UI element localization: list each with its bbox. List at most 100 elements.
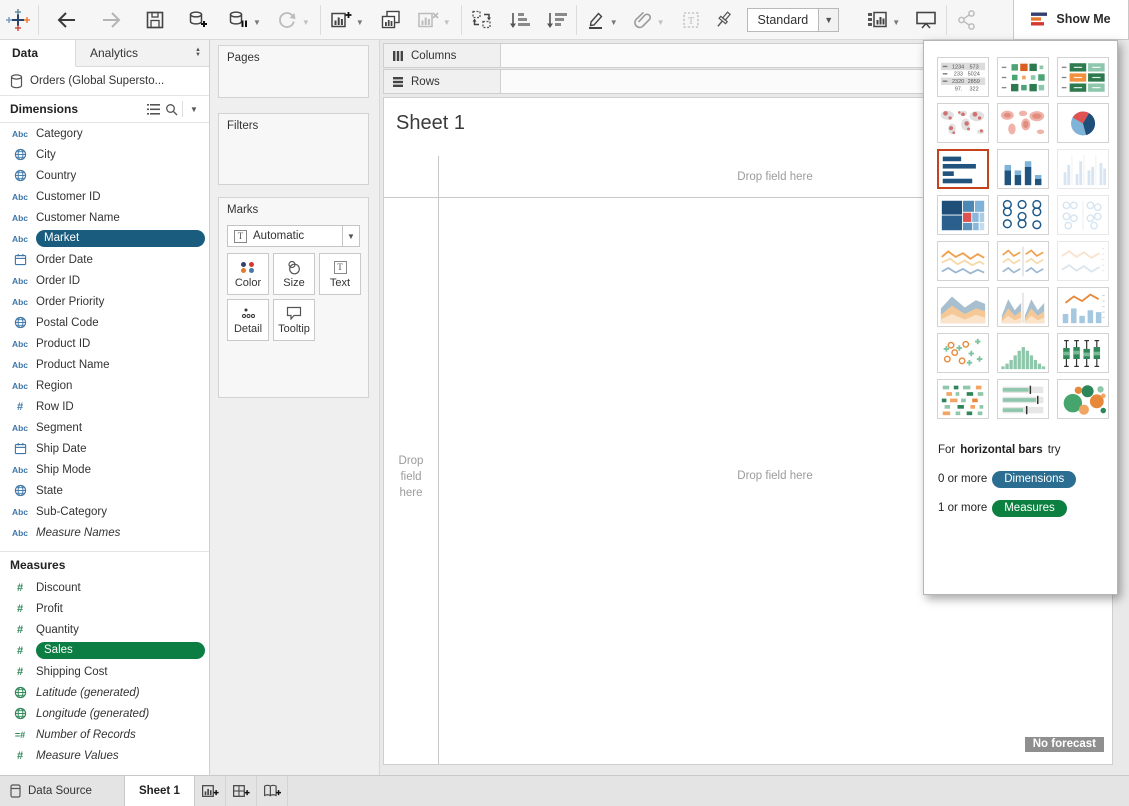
showme-highlight-table[interactable] (1057, 57, 1109, 97)
pages-card[interactable]: Pages (218, 45, 369, 98)
tooltip-button[interactable]: Tooltip (273, 299, 315, 341)
presentation-mode-button[interactable] (912, 5, 940, 35)
showme-pie-chart[interactable] (1057, 103, 1109, 143)
field-sales[interactable]: #Sales (0, 640, 209, 661)
field-profit[interactable]: #Profit (0, 598, 209, 619)
showme-scatter-plot[interactable] (937, 333, 989, 373)
new-worksheet-caret[interactable]: ▼ (356, 18, 364, 27)
field-country[interactable]: Country (0, 165, 209, 186)
add-datasource-button[interactable] (184, 5, 212, 35)
clear-sheet-caret[interactable]: ▼ (443, 18, 451, 27)
view-as-grid-icon[interactable] (144, 104, 162, 115)
new-worksheet-button[interactable] (327, 5, 355, 35)
mark-type-select[interactable]: T Automatic ▼ (227, 225, 360, 247)
fit-select-caret[interactable]: ▼ (818, 9, 838, 31)
pause-updates-button[interactable] (224, 5, 252, 35)
size-button[interactable]: Size (273, 253, 315, 295)
group-members-button[interactable] (630, 5, 656, 35)
new-dashboard-button[interactable] (226, 776, 257, 806)
pane-updown-icon[interactable]: ▲▼ (195, 48, 201, 58)
tab-data[interactable]: Data (0, 40, 76, 67)
redo-button[interactable] (97, 5, 125, 35)
new-worksheet-tab-button[interactable] (195, 776, 226, 806)
clear-sheet-button[interactable] (414, 5, 442, 35)
group-members-caret[interactable]: ▼ (657, 18, 665, 27)
field-measure-values[interactable]: #Measure Values (0, 745, 209, 766)
showme-stacked-bars[interactable] (997, 149, 1049, 189)
showme-lines-continuous[interactable] (937, 241, 989, 281)
field-shipping-cost[interactable]: #Shipping Cost (0, 661, 209, 682)
showme-treemap[interactable] (937, 195, 989, 235)
field-measure-names[interactable]: AbcMeasure Names (0, 522, 209, 543)
field-ship-date[interactable]: Ship Date (0, 438, 209, 459)
field-product-name[interactable]: AbcProduct Name (0, 354, 209, 375)
find-field-icon[interactable] (162, 103, 180, 116)
showme-horizontal-bars[interactable] (937, 149, 989, 189)
showme-filled-map[interactable] (997, 103, 1049, 143)
data-source-item[interactable]: Orders (Global Supersto... (0, 67, 209, 95)
showme-packed-bubbles[interactable] (1057, 379, 1109, 419)
field-city[interactable]: City (0, 144, 209, 165)
save-button[interactable] (142, 5, 168, 35)
detail-button[interactable]: Detail (227, 299, 269, 341)
field-segment[interactable]: AbcSegment (0, 417, 209, 438)
tab-analytics[interactable]: Analytics ▲▼ (76, 40, 209, 66)
showme-histogram[interactable] (997, 333, 1049, 373)
field-discount[interactable]: #Discount (0, 577, 209, 598)
color-button[interactable]: Color (227, 253, 269, 295)
field-region[interactable]: AbcRegion (0, 375, 209, 396)
show-hide-cards-button[interactable] (863, 5, 891, 35)
showme-symbol-map[interactable] (937, 103, 989, 143)
showme-side-by-side-bars[interactable] (1057, 149, 1109, 189)
text-label-button[interactable]: T (678, 5, 704, 35)
field-latitude-generated[interactable]: Latitude (generated) (0, 682, 209, 703)
share-button[interactable] (953, 5, 981, 35)
showme-lines-discrete[interactable] (997, 241, 1049, 281)
sort-descending-button[interactable] (542, 5, 570, 35)
fit-select[interactable]: Standard ▼ (747, 8, 840, 32)
showme-area-continuous[interactable] (937, 287, 989, 327)
field-number-of-records[interactable]: =#Number of Records (0, 724, 209, 745)
showme-text-table[interactable]: 123457323350242320285997.322 (937, 57, 989, 97)
text-button[interactable]: T Text (319, 253, 361, 295)
drop-zone-rows[interactable]: Drop field here (384, 453, 438, 501)
field-state[interactable]: State (0, 480, 209, 501)
data-source-tab[interactable]: Data Source (0, 776, 124, 806)
field-order-id[interactable]: AbcOrder ID (0, 270, 209, 291)
mark-type-caret[interactable]: ▼ (342, 226, 359, 246)
highlight-caret[interactable]: ▼ (610, 18, 618, 27)
sort-ascending-button[interactable] (505, 5, 533, 35)
pin-button[interactable] (711, 5, 737, 35)
show-hide-cards-caret[interactable]: ▼ (892, 18, 900, 27)
field-quantity[interactable]: #Quantity (0, 619, 209, 640)
field-order-priority[interactable]: AbcOrder Priority (0, 291, 209, 312)
highlight-button[interactable] (583, 5, 609, 35)
filters-card[interactable]: Filters (218, 113, 369, 185)
new-story-button[interactable] (257, 776, 288, 806)
field-category[interactable]: AbcCategory (0, 123, 209, 144)
showme-circle-views[interactable] (997, 195, 1049, 235)
showme-dual-lines[interactable] (1057, 241, 1109, 281)
field-order-date[interactable]: Order Date (0, 249, 209, 270)
field-customer-id[interactable]: AbcCustomer ID (0, 186, 209, 207)
field-customer-name[interactable]: AbcCustomer Name (0, 207, 209, 228)
show-me-button[interactable]: Show Me (1013, 0, 1129, 40)
refresh-button[interactable] (273, 5, 301, 35)
showme-area-discrete[interactable] (997, 287, 1049, 327)
showme-gantt[interactable] (937, 379, 989, 419)
field-postal-code[interactable]: Postal Code (0, 312, 209, 333)
dimensions-menu-caret[interactable]: ▼ (185, 105, 203, 114)
sheet1-tab[interactable]: Sheet 1 (124, 776, 195, 806)
showme-box-and-whisker[interactable] (1057, 333, 1109, 373)
field-market[interactable]: AbcMarket (0, 228, 209, 249)
refresh-caret[interactable]: ▼ (302, 18, 310, 27)
field-ship-mode[interactable]: AbcShip Mode (0, 459, 209, 480)
showme-bullet-graph[interactable] (997, 379, 1049, 419)
showme-heatmap[interactable] (997, 57, 1049, 97)
field-longitude-generated[interactable]: Longitude (generated) (0, 703, 209, 724)
showme-side-by-side-circles[interactable] (1057, 195, 1109, 235)
swap-axes-button[interactable] (468, 5, 496, 35)
field-row-id[interactable]: #Row ID (0, 396, 209, 417)
pause-updates-caret[interactable]: ▼ (253, 18, 261, 27)
undo-button[interactable] (53, 5, 81, 35)
